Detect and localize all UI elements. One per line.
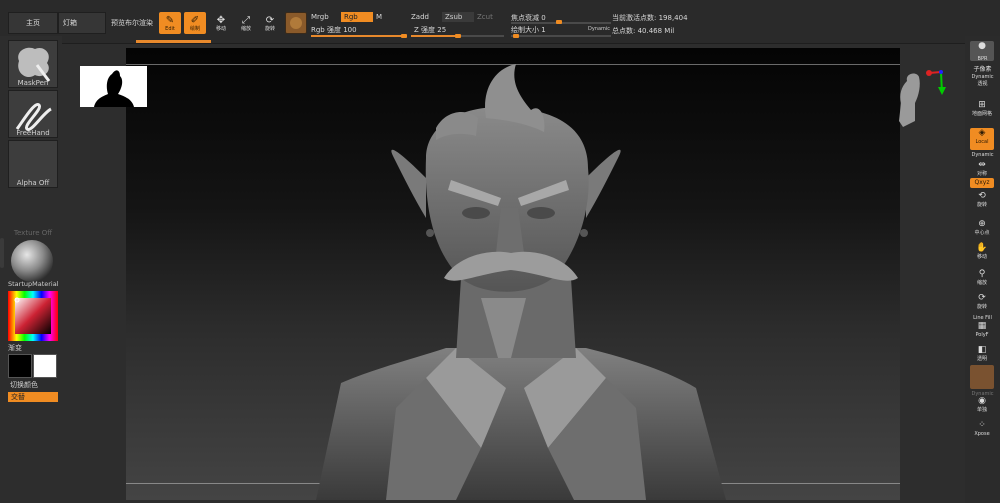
move-icon: ✥	[216, 15, 226, 26]
hand-icon: ✋	[976, 243, 988, 253]
rotate-view-icon: ⟳	[978, 293, 986, 303]
tab-home[interactable]: 主页	[8, 12, 58, 34]
draw-icon: ✐	[190, 15, 200, 26]
ghost-button[interactable]	[970, 365, 994, 389]
edit-button[interactable]: ✎ Edit	[159, 12, 181, 34]
navigation-gizmo[interactable]	[893, 63, 949, 133]
draw-size-track[interactable]	[511, 35, 611, 37]
stroke-label: FreeHand	[16, 129, 50, 137]
canvas-viewport[interactable]	[126, 48, 900, 500]
texture-label[interactable]: Texture Off	[8, 229, 58, 237]
brush-label: MaskPen	[17, 79, 49, 87]
mrgb-button[interactable]: Mrgb	[311, 13, 329, 21]
z-intensity-fill	[411, 35, 459, 37]
zbrush-window: 主页 灯箱 预览布尔渲染 ✎ Edit ✐ 绘制 ✥ 移动 ⤢ 缩放 ⟳ 旋转 …	[0, 0, 1000, 503]
edit-icon: ✎	[165, 15, 175, 26]
secondary-color-swatch[interactable]	[33, 354, 57, 378]
rotate-axis-icon: ⟲	[978, 191, 986, 201]
solo-icon: ◉	[978, 396, 986, 406]
color-wheel-icon	[8, 291, 58, 341]
switch-color-label[interactable]: 切换颜色	[10, 380, 38, 390]
alpha-label: Alpha Off	[16, 179, 50, 187]
xpose-button[interactable]: ⁘ Xpose	[970, 420, 994, 440]
xpose-icon: ⁘	[978, 420, 986, 430]
right-shelf: ● BPR 子像素 Dynamic 透视 ⊞ 地面网格 ◈ Local Dynami…	[965, 36, 1000, 503]
rotate-icon: ⟳	[265, 15, 275, 26]
tab-preview-boolean[interactable]: 预览布尔渲染	[111, 18, 153, 28]
transparency-button[interactable]: ◧ 透明	[970, 345, 994, 365]
zcut-button[interactable]: Zcut	[477, 13, 493, 21]
active-tab-underline	[136, 40, 211, 43]
axis-gizmo-icon	[899, 70, 946, 127]
focal-shift-knob[interactable]	[556, 20, 562, 24]
primary-color-swatch[interactable]	[8, 354, 32, 378]
draw-button[interactable]: ✐ 绘制	[184, 12, 206, 34]
total-points-readout: 总点数: 40.468 Mil	[612, 27, 675, 35]
polyframe-button[interactable]: ▦ PolyF	[970, 321, 994, 341]
rotate-axis-button[interactable]: ⟲ 旋转	[970, 191, 994, 211]
scale-button[interactable]: ⤢ 缩放	[235, 12, 257, 34]
active-points-readout: 当前激活点数: 198,404	[612, 14, 688, 22]
rotate-button[interactable]: ⟳ 旋转	[259, 12, 281, 34]
material-label: StartupMaterial	[8, 280, 59, 288]
z-intensity-slider[interactable]: Z 强度 25	[414, 25, 446, 35]
pivot-button[interactable]: ⊕ 中心点	[970, 219, 994, 239]
material-sphere-icon	[11, 240, 53, 282]
scale-icon: ⤢	[242, 15, 250, 26]
silhouette-thumbnail-icon	[94, 70, 134, 107]
draw-size-knob[interactable]	[513, 34, 519, 38]
local-button[interactable]: ◈ Local	[970, 128, 994, 150]
zoom-icon: ⚲	[978, 269, 986, 279]
left-shelf: MaskPen FreeHand Alpha Off Texture Off S…	[0, 36, 62, 503]
polyframe-icon: ▦	[977, 321, 987, 331]
floor-grid-button[interactable]: ⊞ 地面网格	[970, 100, 994, 120]
rgb-button[interactable]: Rgb	[341, 12, 373, 22]
grid-icon: ⊞	[978, 100, 986, 110]
sculpted-character-model	[316, 64, 726, 500]
rgb-intensity-slider[interactable]: Rgb 强度 100	[311, 25, 357, 35]
z-intensity-knob[interactable]	[455, 34, 461, 38]
rgb-intensity-fill	[311, 35, 405, 37]
qxyz-button[interactable]: Qxyz	[970, 178, 994, 188]
symmetry-icon: ⇹	[978, 160, 986, 170]
move-view-button[interactable]: ✋ 移动	[970, 243, 994, 263]
rgb-intensity-knob[interactable]	[401, 34, 407, 38]
transparency-icon: ◧	[977, 345, 987, 355]
alternate-button[interactable]: 交替	[8, 392, 58, 402]
dynamic-symmetry-label[interactable]: Dynamic	[965, 152, 1000, 158]
left-dock-handle[interactable]	[0, 238, 4, 268]
rotate-view-button[interactable]: ⟳ 旋转	[970, 293, 994, 313]
solo-button[interactable]: ◉ 单独	[970, 396, 994, 416]
m-button[interactable]: M	[376, 13, 382, 21]
scale-view-button[interactable]: ⚲ 缩放	[970, 269, 994, 289]
zsub-button[interactable]: Zsub	[442, 12, 474, 22]
subpixel-label[interactable]: 子像素	[965, 64, 1000, 73]
color-picker[interactable]	[8, 291, 58, 341]
pivot-icon: ⊕	[978, 219, 986, 229]
dynamic-toggle[interactable]: Dynamic	[588, 26, 610, 32]
perspective-button[interactable]: 透视	[965, 80, 1000, 87]
navigation-thumbnail[interactable]	[80, 66, 147, 107]
move-button[interactable]: ✥ 移动	[210, 12, 232, 34]
symmetry-button[interactable]: ⇹ 对称	[970, 160, 994, 180]
tab-lightbox[interactable]: 灯箱	[58, 12, 106, 34]
bpr-label: BPR	[977, 56, 988, 62]
zadd-button[interactable]: Zadd	[411, 13, 429, 21]
sphere-render-icon: ●	[978, 41, 986, 51]
top-toolbar: 主页 灯箱 预览布尔渲染 ✎ Edit ✐ 绘制 ✥ 移动 ⤢ 缩放 ⟳ 旋转 …	[0, 0, 1000, 44]
gradient-label[interactable]: 渐变	[8, 343, 22, 353]
material-swatch[interactable]	[285, 12, 307, 34]
local-icon: ◈	[978, 128, 986, 138]
